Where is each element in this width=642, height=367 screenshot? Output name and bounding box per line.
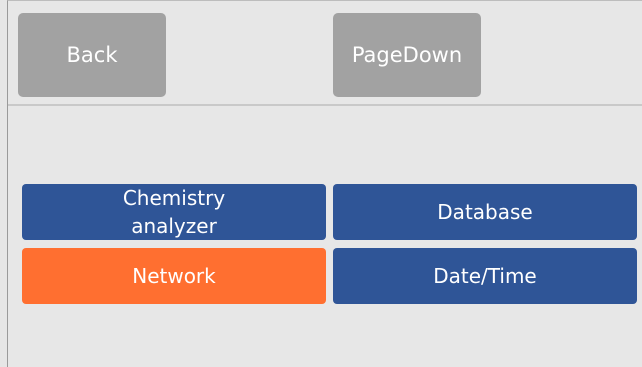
pagedown-button[interactable]: PageDown: [333, 13, 481, 97]
date-time-button[interactable]: Date/Time: [333, 248, 637, 304]
network-button[interactable]: Network: [22, 248, 326, 304]
toolbar: Back PageDown: [8, 1, 642, 105]
back-button[interactable]: Back: [18, 13, 166, 97]
database-button[interactable]: Database: [333, 184, 637, 240]
toolbar-divider: [8, 104, 642, 106]
date-time-label: Date/Time: [433, 264, 537, 288]
database-label: Database: [437, 200, 533, 224]
settings-panel: Back PageDown Chemistry analyzer Databas…: [7, 0, 642, 367]
chemistry-analyzer-label: Chemistry analyzer: [123, 184, 225, 240]
chemistry-analyzer-label-line2: analyzer: [131, 214, 217, 238]
chemistry-analyzer-label-line1: Chemistry: [122, 186, 226, 210]
chemistry-analyzer-button[interactable]: Chemistry analyzer: [22, 184, 326, 240]
network-label: Network: [132, 264, 216, 288]
